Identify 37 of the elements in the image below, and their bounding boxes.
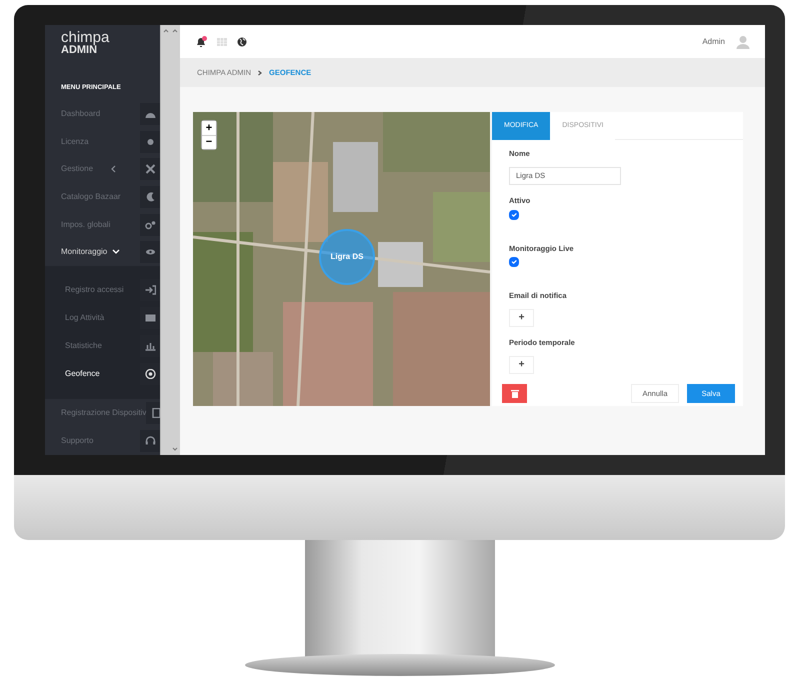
checkbox[interactable] xyxy=(509,210,519,220)
trash-icon xyxy=(510,389,518,398)
user-name[interactable]: Admin xyxy=(702,36,725,48)
logo-text: chimpa xyxy=(61,30,110,45)
sidebar-item[interactable]: Registrazione Dispositiv xyxy=(61,406,146,419)
sidebar-item[interactable]: Dashboard xyxy=(61,108,100,120)
moon-icon xyxy=(144,192,156,202)
headset-icon xyxy=(144,436,156,446)
sidebar-item[interactable]: Log Attività xyxy=(65,312,104,324)
chevron-down-icon xyxy=(172,447,178,452)
add-button[interactable]: + xyxy=(509,308,534,326)
sidebar-item[interactable]: Registro accessi xyxy=(65,284,124,296)
avatar-icon xyxy=(735,34,751,50)
target-icon xyxy=(144,369,156,380)
logo-text: ADMIN xyxy=(61,45,98,56)
tablet-icon xyxy=(150,408,162,418)
sidebar-item[interactable]: Licenza xyxy=(61,136,89,148)
checkbox[interactable] xyxy=(509,256,519,267)
circle-icon xyxy=(144,136,156,147)
add-button[interactable]: + xyxy=(509,356,534,374)
sidebar-item[interactable]: Monitoraggio xyxy=(61,246,120,258)
tools-icon xyxy=(144,164,156,174)
eye-icon xyxy=(144,247,156,258)
sidebar-item[interactable]: Supporto xyxy=(61,434,94,447)
sidebar-item[interactable]: Catalogo Bazaar xyxy=(61,190,121,203)
sidebar-item[interactable]: Geofence xyxy=(65,368,100,380)
delete-button[interactable] xyxy=(502,384,527,404)
sidebar-item[interactable]: Gestione xyxy=(61,163,118,176)
sidebar-item[interactable]: Statistiche xyxy=(65,340,102,352)
globe-icon xyxy=(237,36,247,46)
zoom-out-button[interactable]: − xyxy=(202,135,216,149)
sign-in-icon xyxy=(144,285,156,296)
chevron-right-icon xyxy=(257,70,264,76)
bar-chart-icon xyxy=(144,341,156,352)
grid-icon xyxy=(217,36,227,46)
scrollbar[interactable] xyxy=(160,25,180,455)
sidebar-item[interactable]: Impos. globali xyxy=(61,218,110,231)
